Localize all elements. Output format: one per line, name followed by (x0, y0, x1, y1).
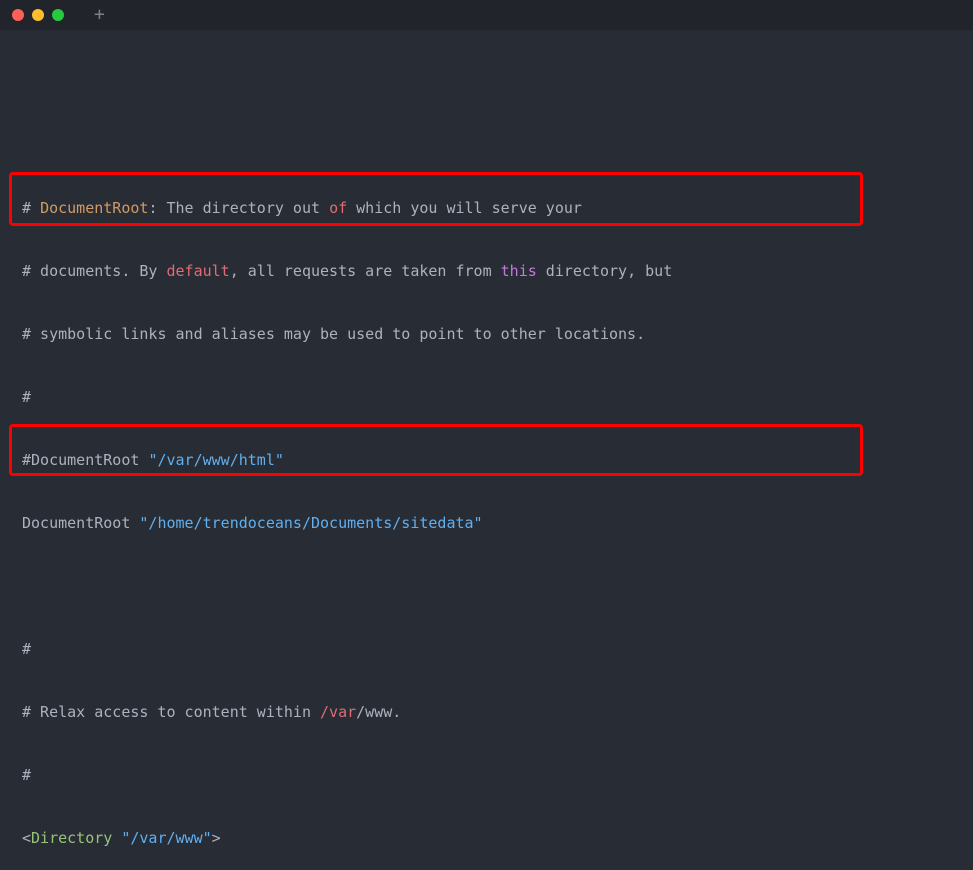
code-editor[interactable]: # DocumentRoot: The directory out of whi… (0, 30, 973, 870)
code-line: # (22, 387, 973, 408)
window-close-button[interactable] (12, 9, 24, 21)
code-line: # documents. By default, all requests ar… (22, 261, 973, 282)
title-bar: + (0, 0, 973, 30)
code-line: # (22, 765, 973, 786)
code-line: # symbolic links and aliases may be used… (22, 324, 973, 345)
code-line: # (22, 639, 973, 660)
window-maximize-button[interactable] (52, 9, 64, 21)
code-line: #DocumentRoot "/var/www/html" (22, 450, 973, 471)
code-line: DocumentRoot "/home/trendoceans/Document… (22, 513, 973, 534)
code-line (22, 576, 973, 597)
code-line: # DocumentRoot: The directory out of whi… (22, 198, 973, 219)
code-line: # Relax access to content within /var/ww… (22, 702, 973, 723)
window-minimize-button[interactable] (32, 9, 44, 21)
code-line: <Directory "/var/www"> (22, 828, 973, 849)
